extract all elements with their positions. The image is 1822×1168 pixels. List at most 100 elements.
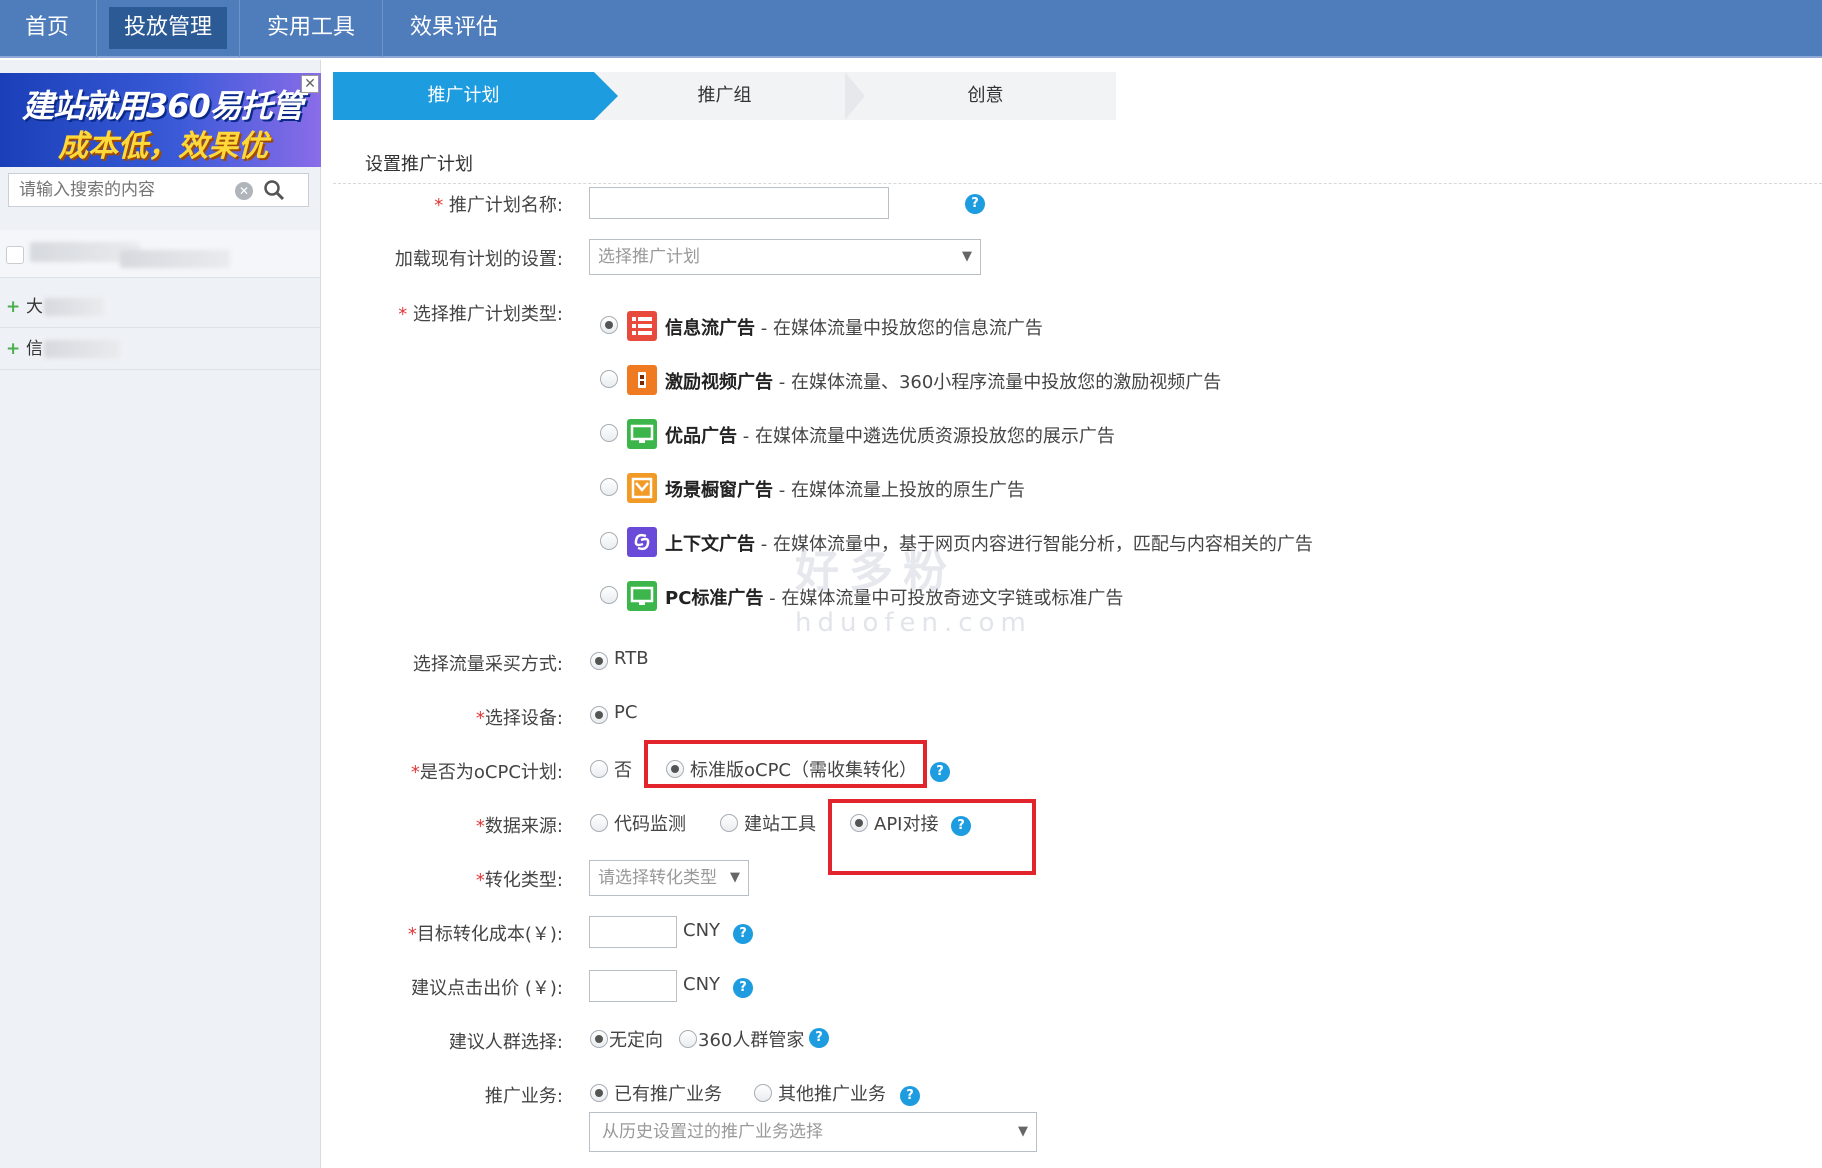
nav-home[interactable]: 首页: [10, 7, 84, 49]
monitor-icon: [627, 419, 657, 449]
caret-down-icon: ▼: [1018, 1124, 1028, 1139]
account-icon: [6, 246, 24, 264]
window-icon: [627, 473, 657, 503]
type-option-feed[interactable]: 信息流广告 - 在媒体流量中投放您的信息流广告: [665, 314, 1043, 340]
close-icon[interactable]: ✕: [301, 75, 319, 93]
banner-subtitle: 成本低，效果优: [58, 129, 268, 164]
pc-icon: [627, 581, 657, 611]
type-radio-pc[interactable]: [600, 586, 618, 604]
target-cost-label: *目标转化成本(￥):: [407, 924, 563, 945]
business-option-other[interactable]: 其他推广业务: [778, 1080, 886, 1106]
suggested-bid-label: 建议点击出价 (￥):: [411, 978, 563, 999]
nav-separator: [96, 0, 98, 57]
type-radio-premium[interactable]: [600, 424, 618, 442]
search-icon[interactable]: [263, 179, 285, 201]
section-title: 设置推广计划: [365, 154, 473, 175]
device-label: *选择设备:: [475, 708, 563, 729]
caret-down-icon: ▼: [962, 249, 972, 264]
divider: [333, 183, 1822, 184]
crowd-option-none[interactable]: 无定向: [609, 1026, 663, 1052]
conversion-type-select[interactable]: 请选择转化类型 ▼: [589, 860, 749, 896]
video-icon: [627, 365, 657, 395]
crowd-option-360[interactable]: 360人群管家: [698, 1026, 804, 1052]
device-option-pc[interactable]: PC: [614, 702, 637, 723]
blurred-text: [44, 340, 120, 358]
sidebar-item[interactable]: + 大: [0, 286, 320, 328]
sidebar-search: ✕: [8, 173, 309, 207]
plus-icon: +: [6, 297, 21, 317]
help-icon[interactable]: ?: [930, 762, 950, 782]
plan-name-input[interactable]: [589, 187, 889, 219]
business-radio-existing[interactable]: [590, 1084, 608, 1102]
traffic-label: 选择流量采买方式:: [412, 654, 563, 675]
nav-evaluation[interactable]: 效果评估: [395, 7, 513, 49]
data-source-label: *数据来源:: [475, 816, 563, 837]
business-select[interactable]: 从历史设置过的推广业务选择 ▼: [589, 1112, 1037, 1152]
help-icon[interactable]: ?: [809, 1028, 829, 1048]
main-content: 推广计划 推广组 创意 设置推广计划 * 推广计划名称: ? 加载现有计划的设置…: [333, 60, 1822, 1168]
promo-banner[interactable]: 建站就用360易托管 成本低，效果优 ✕: [0, 73, 321, 167]
crowd-radio-none[interactable]: [590, 1030, 608, 1048]
conversion-type-label: *转化类型:: [475, 870, 563, 891]
step-group[interactable]: 推广组: [594, 72, 865, 120]
account-selector[interactable]: [0, 230, 320, 278]
sidebar-item-label: 信: [26, 339, 43, 359]
nav-delivery-management[interactable]: 投放管理: [109, 7, 228, 49]
crowd-radio-360[interactable]: [679, 1030, 697, 1048]
ocpc-radio-no[interactable]: [590, 760, 608, 778]
crowd-label: 建议人群选择:: [448, 1032, 563, 1053]
context-icon: [627, 527, 657, 557]
business-radio-other[interactable]: [754, 1084, 772, 1102]
sidebar-item-label: 大: [26, 297, 43, 317]
ocpc-label: *是否为oCPC计划:: [410, 762, 563, 783]
type-radio-video[interactable]: [600, 370, 618, 388]
type-option-video[interactable]: 激励视频广告 - 在媒体流量、360小程序流量中投放您的激励视频广告: [665, 368, 1221, 394]
target-cost-input[interactable]: [589, 916, 677, 948]
help-icon[interactable]: ?: [965, 194, 985, 214]
suggested-bid-input[interactable]: [589, 970, 677, 1002]
ocpc-option-no[interactable]: 否: [614, 756, 632, 782]
caret-down-icon: ▼: [730, 870, 740, 885]
feed-icon: [627, 311, 657, 341]
traffic-option-rtb[interactable]: RTB: [614, 648, 649, 669]
top-nav: 首页 投放管理 实用工具 效果评估: [0, 0, 1822, 58]
watermark: 好多粉: [795, 546, 957, 597]
nav-separator: [239, 0, 241, 57]
type-option-premium[interactable]: 优品广告 - 在媒体流量中遴选优质资源投放您的展示广告: [665, 422, 1115, 448]
sidebar-item[interactable]: + 信: [0, 328, 320, 370]
source-radio-site[interactable]: [720, 814, 738, 832]
highlight-box: [644, 740, 927, 788]
type-option-context[interactable]: 上下文广告 - 在媒体流量中，基于网页内容进行智能分析，匹配与内容相关的广告: [665, 530, 1313, 556]
business-label: 推广业务:: [484, 1086, 563, 1107]
currency-label: CNY: [683, 920, 721, 941]
highlight-box: [828, 799, 1036, 875]
clear-icon[interactable]: ✕: [235, 182, 253, 200]
business-option-existing[interactable]: 已有推广业务: [614, 1080, 722, 1106]
type-radio-context[interactable]: [600, 532, 618, 550]
help-icon[interactable]: ?: [900, 1086, 920, 1106]
blurred-text: [44, 298, 104, 316]
currency-label: CNY: [683, 974, 721, 995]
help-icon[interactable]: ?: [733, 978, 753, 998]
sidebar: 建站就用360易托管 成本低，效果优 ✕ ✕ + 大 + 信: [0, 60, 321, 1168]
nav-separator: [382, 0, 384, 57]
load-plan-select[interactable]: 选择推广计划 ▼: [589, 239, 981, 275]
watermark-url: hduofen.com: [795, 608, 1032, 638]
type-radio-window[interactable]: [600, 478, 618, 496]
device-radio-pc[interactable]: [590, 706, 608, 724]
traffic-radio-rtb[interactable]: [590, 652, 608, 670]
plan-type-label: * 选择推广计划类型:: [398, 304, 563, 325]
plus-icon: +: [6, 339, 21, 359]
type-radio-feed[interactable]: [600, 316, 618, 334]
step-creative[interactable]: 创意: [855, 72, 1116, 120]
source-radio-code[interactable]: [590, 814, 608, 832]
nav-tools[interactable]: 实用工具: [252, 7, 370, 49]
source-option-site[interactable]: 建站工具: [744, 810, 816, 836]
search-input[interactable]: [9, 174, 229, 206]
source-option-code[interactable]: 代码监测: [614, 810, 686, 836]
blurred-account: [120, 250, 230, 268]
help-icon[interactable]: ?: [733, 924, 753, 944]
type-option-window[interactable]: 场景橱窗广告 - 在媒体流量上投放的原生广告: [665, 476, 1025, 502]
step-plan[interactable]: 推广计划: [333, 72, 618, 120]
step-indicator: 推广计划 推广组 创意: [333, 72, 1116, 120]
